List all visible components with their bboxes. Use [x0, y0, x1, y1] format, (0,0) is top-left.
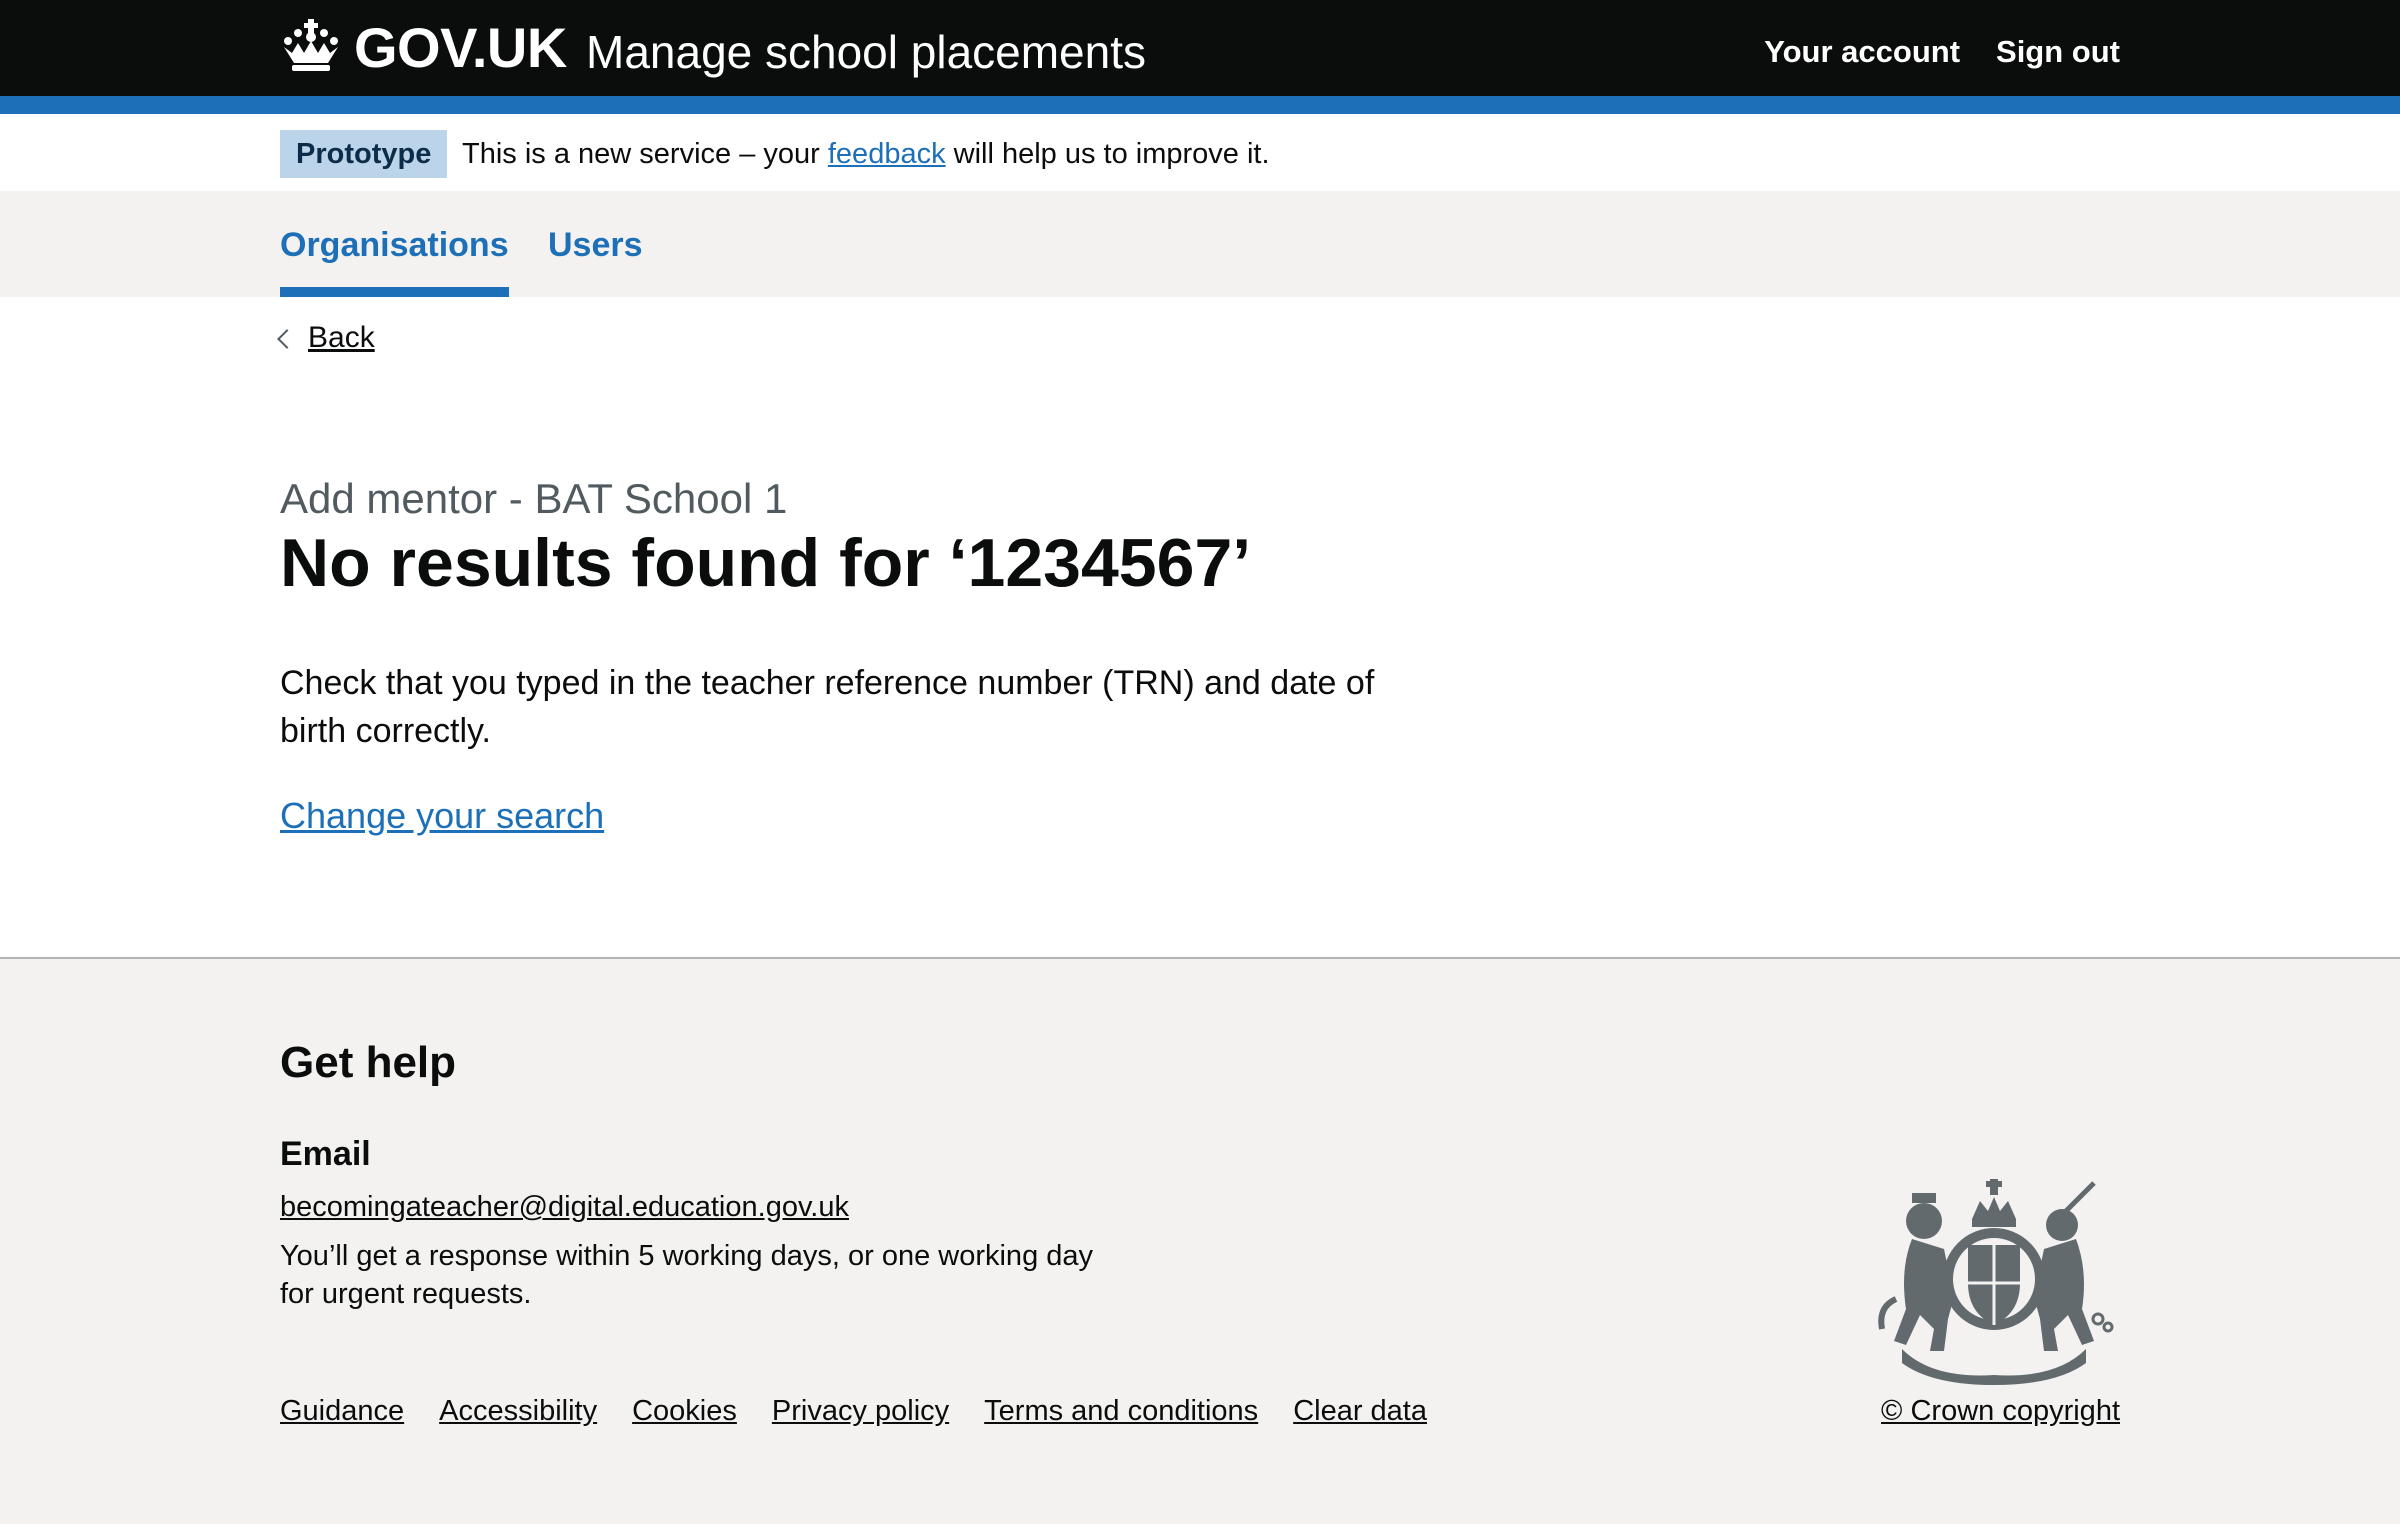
get-help-heading: Get help — [280, 1038, 457, 1087]
email-link[interactable]: becomingateacher@digital.education.gov.u… — [280, 1189, 849, 1225]
nav-active-indicator — [280, 287, 509, 297]
sign-out-link[interactable]: Sign out — [1996, 34, 2120, 70]
main-content: Back Add mentor - BAT School 1 No result… — [0, 297, 2400, 957]
site-footer: Get help Email becomingateacher@digital.… — [0, 957, 2400, 1524]
email-heading: Email — [280, 1135, 371, 1173]
your-account-link[interactable]: Your account — [1764, 34, 1960, 70]
footer-link-cookies[interactable]: Cookies — [632, 1393, 737, 1429]
nav-item-organisations[interactable]: Organisations — [280, 221, 509, 269]
phase-banner: Prototype This is a new service – your f… — [0, 114, 2400, 191]
footer-link-accessibility[interactable]: Accessibility — [439, 1393, 597, 1429]
page-title: No results found for ‘1234567’ — [280, 525, 1252, 601]
footer-link-clear-data[interactable]: Clear data — [1293, 1393, 1427, 1429]
crown-copyright-link[interactable]: © Crown copyright — [1881, 1393, 2120, 1429]
body-text: Check that you typed in the teacher refe… — [280, 664, 1375, 750]
footer-link-guidance[interactable]: Guidance — [280, 1393, 404, 1429]
page-caption: Add mentor - BAT School 1 — [280, 475, 788, 522]
footer-link-terms[interactable]: Terms and conditions — [984, 1393, 1258, 1429]
phase-text-before: This is a new service – your — [462, 138, 820, 170]
header-blue-bar — [0, 96, 2400, 114]
response-time-text: You’ll get a response within 5 working d… — [280, 1240, 1094, 1310]
royal-coat-of-arms-icon — [1878, 1179, 2114, 1385]
site-header: GOV.UK Manage school placements Your acc… — [0, 0, 2400, 96]
change-search-link[interactable]: Change your search — [280, 793, 604, 839]
logo-text: GOV.UK — [354, 15, 567, 79]
service-name-link[interactable]: Manage school placements — [586, 22, 1146, 82]
crown-icon — [284, 19, 338, 71]
footer-links: Guidance Accessibility Cookies Privacy p… — [280, 1393, 1427, 1429]
chevron-left-icon — [277, 329, 297, 349]
phase-banner-text: This is a new service – your feedback wi… — [462, 136, 1270, 172]
header-nav: Your account Sign out — [1764, 34, 2120, 70]
primary-navigation: Organisations Users — [0, 191, 2400, 297]
nav-item-users[interactable]: Users — [548, 221, 643, 269]
phase-tag: Prototype — [280, 130, 448, 178]
footer-link-privacy-policy[interactable]: Privacy policy — [772, 1393, 949, 1429]
feedback-link[interactable]: feedback — [828, 138, 946, 170]
back-link[interactable]: Back — [308, 321, 375, 355]
phase-text-after: will help us to improve it. — [953, 138, 1270, 170]
govuk-logo-link[interactable]: GOV.UK — [280, 12, 567, 82]
back-link-wrapper: Back — [277, 321, 375, 355]
